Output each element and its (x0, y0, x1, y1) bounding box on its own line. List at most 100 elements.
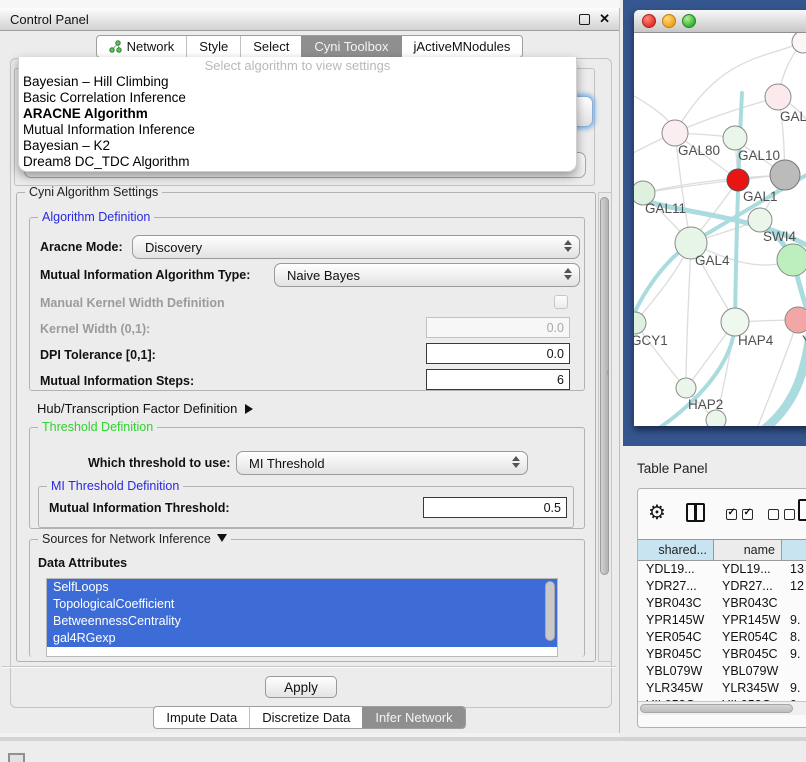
app-root: Control Panel ✕ NetworkStyleSelectCyni T… (0, 0, 806, 762)
column-header-shared-[interactable]: shared... (638, 540, 714, 560)
panel-divider (2, 666, 616, 668)
tab-select[interactable]: Select (240, 36, 301, 57)
cyni-settings-legend: Cyni Algorithm Settings (25, 185, 162, 199)
apply-button[interactable]: Apply (265, 676, 337, 698)
window-top-strip (0, 0, 620, 8)
deselect-all-checkbox-icon[interactable] (784, 509, 795, 520)
table-cell: YDR27... (714, 578, 782, 595)
attributes-scrollbar[interactable] (545, 581, 555, 641)
splitpane-resize-handle[interactable]: › (606, 367, 609, 377)
network-edge (643, 180, 738, 193)
table-row[interactable]: YDL19...YDL19...13 (638, 561, 806, 578)
stepper-arrows-icon (512, 456, 520, 468)
aracne-mode-select[interactable]: Discovery (132, 235, 580, 259)
network-node[interactable] (770, 160, 800, 190)
network-node[interactable] (785, 307, 806, 333)
table-cell: 9. (782, 612, 806, 629)
network-node-label-hap2: HAP2 (688, 397, 723, 412)
data-attributes-label: Data Attributes (38, 556, 127, 570)
column-header-a[interactable]: A (782, 540, 806, 560)
deselect-all-checkbox-icon[interactable] (768, 509, 779, 520)
network-window-titlebar[interactable] (634, 10, 806, 33)
algorithm-option-dream8-dc-tdc-algorithm[interactable]: Dream8 DC_TDC Algorithm (19, 154, 576, 170)
tab-jactivemnodules[interactable]: jActiveMNodules (401, 36, 523, 57)
attribute-item-selfloops[interactable]: SelfLoops (47, 579, 557, 596)
attribute-item-gal4rgexp[interactable]: gal4RGexp (47, 630, 557, 647)
sources-legend[interactable]: Sources for Network Inference (38, 532, 231, 546)
table-cell: YBL079W (638, 663, 714, 680)
algorithm-option-aracne-algorithm[interactable]: ARACNE Algorithm (19, 106, 576, 122)
gear-icon[interactable]: ⚙ (648, 500, 666, 525)
network-node[interactable] (676, 378, 696, 398)
tab-label: Style (199, 39, 228, 54)
control-panel: Control Panel ✕ NetworkStyleSelectCyni T… (0, 8, 620, 733)
mi-steps-label: Mutual Information Steps: (40, 374, 194, 388)
close-traffic-light[interactable] (642, 14, 656, 28)
table-row[interactable]: YBR043CYBR043C (638, 595, 806, 612)
mi-steps-input[interactable] (426, 369, 570, 390)
network-node[interactable] (634, 312, 646, 334)
network-node[interactable] (727, 169, 749, 191)
tab-impute-data[interactable]: Impute Data (154, 707, 249, 728)
algorithm-option-basic-correlation-inference[interactable]: Basic Correlation Inference (19, 90, 576, 106)
table-cell: YBR043C (638, 595, 714, 612)
close-icon[interactable]: ✕ (599, 11, 610, 27)
settings-scrollbar[interactable] (598, 192, 612, 662)
mi-algorithm-type-select[interactable]: Naive Bayes (274, 263, 580, 287)
network-node-label-gal4: GAL4 (695, 253, 730, 268)
table-cell: YDL19... (714, 561, 782, 578)
table-hscrollbar[interactable] (638, 701, 806, 715)
mi-threshold-label: Mutual Information Threshold: (49, 501, 230, 515)
kernel-width-input (426, 317, 570, 338)
manual-kernel-width-checkbox[interactable] (554, 295, 568, 309)
table-row[interactable]: YBR045CYBR045C9. (638, 646, 806, 663)
settings-scrollbar-thumb[interactable] (600, 197, 609, 575)
network-node[interactable] (706, 410, 726, 426)
network-node[interactable] (723, 126, 747, 150)
column-header-name[interactable]: name (714, 540, 782, 560)
tab-style[interactable]: Style (186, 36, 240, 57)
tab-infer-network[interactable]: Infer Network (362, 707, 464, 728)
split-columns-icon[interactable] (686, 503, 705, 522)
table-row[interactable]: YDR27...YDR27...12 (638, 578, 806, 595)
table-row[interactable]: YBL079WYBL079W (638, 663, 806, 680)
table-row[interactable]: YER054CYER054C8. (638, 629, 806, 646)
tab-discretize-data[interactable]: Discretize Data (249, 707, 362, 728)
new-table-icon[interactable] (798, 499, 806, 521)
table-cell: YBR045C (714, 646, 782, 663)
tab-network[interactable]: Network (97, 36, 187, 57)
corner-button[interactable] (8, 753, 25, 762)
dpi-tolerance-input[interactable] (426, 343, 570, 364)
algorithm-option-bayesian-hill-climbing[interactable]: Bayesian – Hill Climbing (19, 74, 576, 90)
stepper-arrows-icon (564, 240, 572, 252)
hub-definition-toggle[interactable]: Hub/Transcription Factor Definition (37, 401, 253, 416)
select-all-checkbox-icon[interactable] (726, 509, 737, 520)
network-node[interactable] (765, 84, 791, 110)
table-cell: 9. (782, 680, 806, 697)
network-node[interactable] (777, 244, 806, 276)
mi-threshold-input[interactable] (423, 497, 567, 518)
table-hscrollbar-thumb[interactable] (640, 704, 793, 713)
table-panel: ⚙ shared...nameA YDL19...YDL19...13YDR27… (637, 488, 806, 728)
algorithm-option-mutual-information-inference[interactable]: Mutual Information Inference (19, 122, 576, 138)
minimize-traffic-light[interactable] (662, 14, 676, 28)
zoom-traffic-light[interactable] (682, 14, 696, 28)
network-node[interactable] (721, 308, 749, 336)
network-canvas[interactable]: GALGAL80GAL10GAL1GAL11GAL4SWI4GCY1HAP4YH… (634, 33, 806, 426)
algorithm-option-bayesian-k2[interactable]: Bayesian – K2 (19, 138, 576, 154)
table-cell: 9. (782, 646, 806, 663)
tab-label: Network (127, 39, 175, 54)
float-window-icon[interactable] (579, 14, 590, 25)
table-cell: YLR345W (638, 680, 714, 697)
manual-kernel-width-label: Manual Kernel Width Definition (40, 296, 225, 310)
select-all-checkbox-icon[interactable] (742, 509, 753, 520)
table-row[interactable]: YLR345WYLR345W9. (638, 680, 806, 697)
tab-cyni-toolbox[interactable]: Cyni Toolbox (301, 36, 400, 57)
attribute-item-betweennesscentrality[interactable]: BetweennessCentrality (47, 613, 557, 630)
tab-label: Select (253, 39, 289, 54)
table-row[interactable]: YPR145WYPR145W9. (638, 612, 806, 629)
which-threshold-select[interactable]: MI Threshold (236, 451, 528, 475)
attribute-item-topologicalcoefficient[interactable]: TopologicalCoefficient (47, 596, 557, 613)
aracne-mode-label: Aracne Mode: (40, 240, 123, 254)
network-node[interactable] (792, 33, 806, 53)
